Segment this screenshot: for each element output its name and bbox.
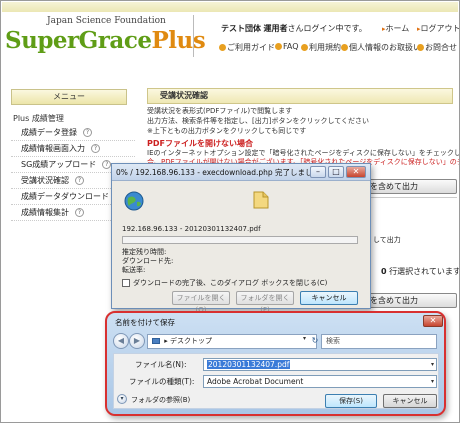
terms-bullet-icon — [301, 44, 308, 51]
refresh-icon[interactable]: ↻ — [309, 334, 321, 349]
nav-link-guide-label: ご利用ガイド — [227, 43, 275, 52]
filename-label: ファイル名(N): — [135, 360, 187, 369]
download-file-name: 192.168.96.133 - 20120301132407.pdf — [122, 225, 261, 233]
save-dialog-title: 名前を付けて保存 — [115, 318, 175, 327]
download-dialog: 0% / 192.168.96.133 - execdownload.php 完… — [111, 163, 371, 314]
close-on-complete-option[interactable]: ダウンロードの完了後、このダイアログ ボックスを閉じる(C) — [122, 278, 327, 288]
header-divider — [193, 15, 194, 57]
site-logo[interactable]: SuperGracePlus — [5, 27, 206, 54]
location-dropdown-icon[interactable]: ▾ — [303, 335, 306, 342]
selection-count-value: 0 — [381, 267, 387, 276]
help-icon[interactable]: ? — [91, 144, 100, 153]
org-name: Japan Science Foundation — [47, 16, 166, 26]
nav-link-terms-label: 利用規約 — [309, 43, 341, 52]
save-close-button[interactable]: ✕ — [423, 315, 443, 327]
filename-field[interactable]: 20120301132407.pdf ▾ — [203, 358, 437, 371]
login-status: さんログイン中です。 — [287, 24, 367, 33]
user-group: テスト団体 — [221, 24, 261, 33]
output-button-bottom[interactable]: を含めて出力 — [365, 293, 457, 308]
download-close-button[interactable]: ✕ — [346, 166, 366, 178]
document-folder-icon — [253, 191, 269, 209]
save-button[interactable]: 保存(S) — [325, 394, 377, 408]
location-label: デスクトップ — [169, 337, 212, 345]
save-as-dialog: 名前を付けて保存 ✕ ◀ ▶ ▸ デスクトップ ▾ ↻ 検索 ファイル名(N):… — [105, 311, 446, 416]
sidebar-menu-header: メニュー — [11, 89, 127, 105]
globe-icon — [124, 191, 144, 211]
nav-link-contact[interactable]: お問合せ — [417, 42, 457, 53]
sidebar-item-grade-register[interactable]: 成績データ登録? — [11, 126, 135, 141]
logo-main-text: SuperGrace — [5, 27, 152, 54]
help-icon[interactable]: ? — [83, 128, 92, 137]
open-folder-button[interactable]: フォルダを開く(F) — [236, 291, 294, 314]
guide-bullet-icon — [219, 44, 226, 51]
help-icon[interactable]: ? — [75, 208, 84, 217]
transfer-rate-label: 転送率: — [122, 266, 146, 274]
selection-count-label: 行選択されています。 — [389, 267, 460, 276]
nav-link-guide[interactable]: ご利用ガイド — [219, 42, 275, 53]
expand-icon[interactable]: ▾ — [117, 394, 127, 404]
nav-link-faq[interactable]: FAQ — [275, 42, 299, 51]
top-stripe — [2, 2, 458, 12]
nav-link-privacy-label: 個人情報のお取扱い — [349, 43, 421, 52]
location-bar[interactable]: ▸ デスクトップ — [147, 334, 317, 349]
logo-plus-text: Plus — [151, 27, 206, 54]
faq-bullet-icon — [275, 43, 282, 50]
divider — [371, 197, 457, 198]
browse-folders-toggle[interactable]: フォルダの参照(B) — [131, 395, 190, 405]
sidebar-section-label: Plus 成績管理 — [13, 114, 64, 123]
maximize-button[interactable]: □ — [328, 166, 344, 178]
user-info: テスト団体 運用者さんログイン中です。 — [221, 23, 367, 34]
desktop-icon — [152, 338, 160, 344]
search-input[interactable]: 検索 — [321, 334, 437, 349]
nav-link-faq-label: FAQ — [283, 42, 299, 51]
open-file-button[interactable]: ファイルを開く(O) — [172, 291, 230, 314]
filetype-label: ファイルの種類(T): — [129, 377, 195, 386]
download-cancel-button[interactable]: キャンセル — [300, 291, 358, 305]
user-name: 運用者 — [263, 24, 288, 33]
save-cancel-button[interactable]: キャンセル — [383, 394, 437, 408]
contact-bullet-icon — [417, 44, 424, 51]
output-button-top[interactable]: を含めて出力 — [365, 179, 457, 194]
help-icon[interactable]: ? — [102, 160, 112, 169]
nav-link-privacy[interactable]: 個人情報のお取扱い — [341, 42, 421, 53]
filetype-dropdown-icon[interactable]: ▾ — [431, 376, 434, 387]
help-icon[interactable]: ? — [75, 176, 84, 185]
sidebar-item-label: 成績データ登録 — [21, 128, 77, 137]
nav-link-contact-label: お問合せ — [425, 43, 457, 52]
filetype-value: Adobe Acrobat Document — [207, 377, 304, 386]
filename-value: 20120301132407.pdf — [207, 360, 291, 369]
minimize-button[interactable]: – — [310, 166, 326, 178]
selection-count: 0 行選択されています。 — [381, 266, 460, 277]
download-dialog-title: 0% / 192.168.96.133 - execdownload.php 完… — [116, 168, 321, 177]
logout-link-label: ログアウト — [420, 24, 460, 33]
sidebar-item-label: 成績データダウンロード — [21, 192, 109, 201]
instruction-note: ※上下ともの出力ボタンをクリックしても同じです — [147, 127, 307, 135]
filetype-select[interactable]: Adobe Acrobat Document ▾ — [203, 375, 437, 388]
forward-button[interactable]: ▶ — [129, 333, 145, 349]
privacy-bullet-icon — [341, 44, 348, 51]
filename-dropdown-icon[interactable]: ▾ — [431, 359, 434, 370]
close-on-complete-label: ダウンロードの完了後、このダイアログ ボックスを閉じる(C) — [133, 279, 328, 287]
output-option-text: して出力 — [373, 236, 401, 244]
sidebar-item-label: 受講状況確認 — [21, 176, 69, 185]
sidebar-item-grade-entry[interactable]: 成績情報画面入力? — [11, 142, 135, 157]
home-link[interactable]: ▸ホーム — [382, 23, 409, 34]
sidebar-item-label: SG成績アップロード — [21, 160, 97, 169]
instruction-line: 出力方法、検索条件等を指定し、[出力]ボタンをクリックしてください — [147, 117, 370, 125]
sidebar-item-label: 成績情報画面入力 — [21, 144, 85, 153]
instruction-line: 受講状況を表形式(PDFファイル)で閲覧します — [147, 107, 293, 115]
download-progress-bar — [122, 236, 358, 244]
location-arrow-icon: ▸ — [164, 337, 168, 345]
home-link-label: ホーム — [385, 24, 410, 33]
page-title: 受講状況確認 — [147, 88, 453, 104]
back-button[interactable]: ◀ — [113, 333, 129, 349]
logout-link[interactable]: ▸ログアウト — [417, 23, 460, 34]
close-on-complete-checkbox[interactable] — [122, 279, 130, 287]
browser-page: Japan Science Foundation SuperGrace Plus … — [0, 0, 460, 423]
sidebar-item-label: 成績情報集計 — [21, 208, 69, 217]
nav-link-terms[interactable]: 利用規約 — [301, 42, 341, 53]
